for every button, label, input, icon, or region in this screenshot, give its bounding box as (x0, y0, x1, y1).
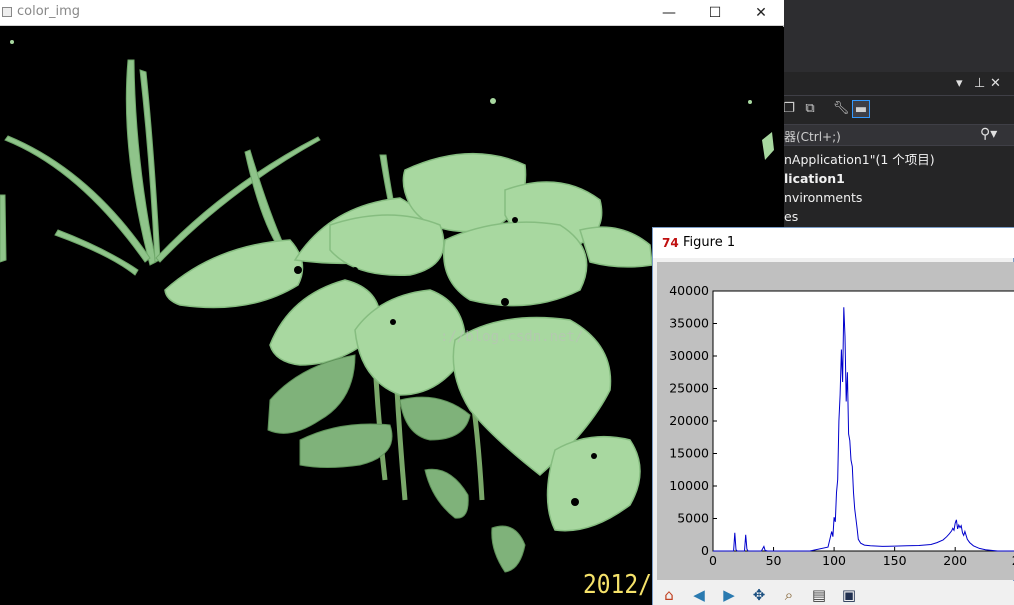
y-tick-label: 15000 (669, 446, 709, 461)
solution-tree: nApplication1"(1 个项目) lication1 nvironme… (784, 150, 1014, 226)
search-input-placeholder: 器(Ctrl+;) (784, 130, 841, 144)
grass-blade (155, 136, 321, 263)
grass-blade (0, 194, 7, 263)
x-tick-label: 150 (883, 553, 907, 568)
window-app-icon (2, 7, 12, 17)
y-tick-label: 30000 (669, 348, 709, 363)
y-tick-label: 5000 (677, 511, 709, 526)
pin-icon[interactable]: ⊥ (974, 76, 985, 91)
leaf (546, 435, 641, 532)
grass-blade (379, 154, 394, 201)
maximize-button[interactable]: ☐ (692, 0, 738, 26)
window-title: color_img (17, 4, 81, 19)
plot-area (712, 290, 1014, 552)
x-tick-label: 50 (766, 553, 782, 568)
leaf (443, 221, 588, 307)
tree-item-project[interactable]: lication1 (784, 169, 1014, 188)
x-tick-label: 100 (822, 553, 846, 568)
tree-item-environments[interactable]: nvironments (784, 188, 1014, 207)
y-axis-ticks: 0 5000 10000 15000 20000 25000 30000 35000 40000 (669, 283, 717, 558)
y-tick-label: 35000 (669, 316, 709, 331)
forward-arrow-icon[interactable]: ▶ (717, 584, 741, 605)
leaf (164, 239, 304, 309)
y-tick-label: 25000 (669, 381, 709, 396)
close-icon[interactable]: ✕ (990, 76, 1001, 91)
leaf-shadowed (491, 525, 526, 573)
zoom-icon[interactable]: ⌕ (777, 584, 801, 605)
leaf (329, 214, 445, 277)
leaf-shadowed (267, 354, 356, 434)
figure-toolbar: ⌂ ◀ ▶ ✥ ⌕ ▤ ▣ (653, 581, 1014, 605)
copy-icon[interactable]: ⧉ (801, 100, 819, 118)
leaf (579, 226, 653, 268)
search-icon[interactable]: ⚲▾ (980, 126, 997, 142)
configure-subplots-icon[interactable]: ▤ (807, 584, 831, 605)
y-tick-label: 20000 (669, 413, 709, 428)
tree-item-references[interactable]: es (784, 207, 1014, 226)
preview-toggle-icon[interactable]: ▬ (852, 100, 870, 118)
histogram-chart: 0 5000 10000 15000 20000 25000 30000 35000 40000… (669, 283, 1014, 568)
tk-feather-icon: 74 (662, 236, 679, 250)
date-stamp: 2012/ (583, 570, 652, 600)
leaf-shadowed (299, 423, 393, 468)
save-icon[interactable]: ▣ (837, 584, 861, 605)
solution-search-box[interactable]: 器(Ctrl+;) ⚲▾ (784, 124, 1014, 146)
figure-window: 74 Figure 1 0 5000 10000 15000 20000 25000 300… (652, 227, 1014, 605)
y-tick-label: 40000 (669, 283, 709, 298)
desktop: 登录 ▾ ⊥ ✕ ❐ ⧉ 🔧︎ ▬ 器(Ctrl+;) ⚲▾ nApplicat… (0, 0, 1014, 605)
color-img-titlebar[interactable]: color_img — ☐ ✕ (0, 0, 784, 26)
x-tick-label: 200 (943, 553, 967, 568)
back-arrow-icon[interactable]: ◀ (687, 584, 711, 605)
close-button[interactable]: ✕ (738, 0, 784, 26)
tree-item-solution[interactable]: nApplication1"(1 个项目) (784, 150, 1014, 169)
panel-toolbar: ❐ ⧉ 🔧︎ ▬ (783, 96, 1014, 124)
figure-title: Figure 1 (683, 235, 736, 250)
x-tick-label: 0 (709, 553, 717, 568)
y-tick-label: 10000 (669, 478, 709, 493)
dropdown-icon[interactable]: ▾ (956, 76, 963, 91)
vs-title-area: 登录 (784, 0, 1014, 72)
panel-titlebar: ▾ ⊥ ✕ (784, 72, 1014, 96)
y-tick-label: 0 (701, 543, 709, 558)
leaf-shadowed (424, 468, 469, 519)
leaf-shadowed (399, 396, 471, 441)
minimize-button[interactable]: — (646, 0, 692, 26)
figure-titlebar[interactable]: 74 Figure 1 (653, 228, 1014, 258)
home-icon[interactable]: ⌂ (657, 584, 681, 605)
watermark-text: ://blog.csdn.net/ (440, 329, 584, 345)
figure-canvas: 0 5000 10000 15000 20000 25000 30000 35000 40000… (657, 262, 1014, 580)
properties-wrench-icon[interactable]: 🔧︎ (832, 100, 850, 118)
pan-icon[interactable]: ✥ (747, 584, 771, 605)
